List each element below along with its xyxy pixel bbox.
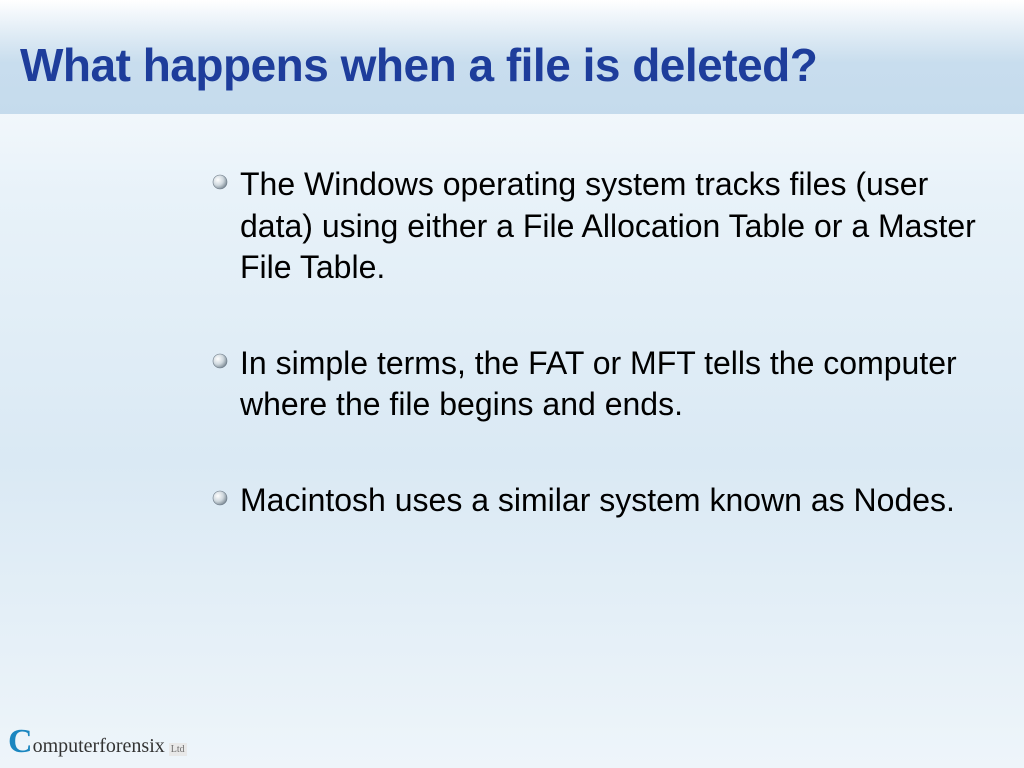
list-item: Macintosh uses a similar system known as… xyxy=(212,480,1000,522)
bullet-text: The Windows operating system tracks file… xyxy=(240,164,1000,289)
footer-logo: C omputerforensix Ltd xyxy=(8,727,187,758)
slide-title: What happens when a file is deleted? xyxy=(20,38,1004,92)
bullet-text: In simple terms, the FAT or MFT tells th… xyxy=(240,343,1000,426)
logo-suffix: Ltd xyxy=(169,743,187,756)
list-item: The Windows operating system tracks file… xyxy=(212,164,1000,289)
bullet-icon xyxy=(212,174,228,190)
bullet-icon xyxy=(212,353,228,369)
logo-name: omputerforensix xyxy=(33,735,165,758)
title-band: What happens when a file is deleted? xyxy=(0,0,1024,114)
bullet-icon xyxy=(212,490,228,506)
bullet-text: Macintosh uses a similar system known as… xyxy=(240,480,955,522)
slide-content: The Windows operating system tracks file… xyxy=(0,114,1024,596)
logo-initial: C xyxy=(8,727,32,758)
list-item: In simple terms, the FAT or MFT tells th… xyxy=(212,343,1000,426)
